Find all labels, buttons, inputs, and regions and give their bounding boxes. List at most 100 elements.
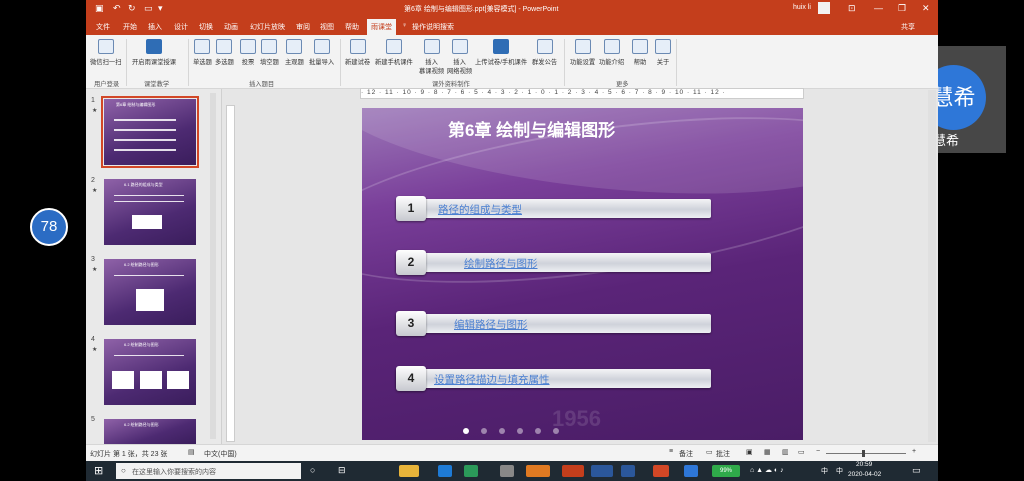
- slide-thumbnail-2[interactable]: 6.1 路径的组成与类型: [104, 179, 196, 245]
- toc-link[interactable]: 编辑路径与图形: [454, 317, 528, 332]
- system-tray-icons[interactable]: ⌂ ▲ ☁ ◐ ♪: [750, 466, 784, 474]
- insert-mooc-video-button[interactable]: 插入 慕课视频: [419, 39, 444, 75]
- insert-web-video-button[interactable]: 插入 网络视频: [447, 39, 472, 75]
- restore-icon[interactable]: ❐: [898, 3, 906, 14]
- slide-thumbnail-3[interactable]: 6.2 绘制路径与图形: [104, 259, 196, 325]
- notification-icon[interactable]: ▭: [912, 465, 921, 476]
- slideshow-icon[interactable]: ▭: [144, 3, 153, 14]
- new-exam-button[interactable]: 新建试卷: [345, 39, 370, 66]
- clock-time[interactable]: 20:59: [856, 461, 872, 468]
- new-mobile-courseware-button[interactable]: 新建手机课件: [375, 39, 413, 66]
- customize-quick-access-icon[interactable]: ▾: [158, 3, 163, 14]
- thumbnail-scrollbar[interactable]: [210, 93, 216, 439]
- canvas-scrollbar[interactable]: [928, 90, 936, 442]
- ime-indicator[interactable]: 中: [821, 466, 828, 476]
- toc-item-1[interactable]: 1 路径的组成与类型: [396, 196, 711, 221]
- battery-indicator[interactable]: 99%: [712, 465, 740, 477]
- multi-choice-button[interactable]: 多选题: [215, 39, 234, 66]
- slide-sorter-icon[interactable]: ▦: [764, 448, 771, 456]
- slideshow-view-icon[interactable]: ▭: [798, 448, 805, 456]
- tab-review[interactable]: 审阅: [296, 22, 310, 32]
- help-button[interactable]: 帮助: [632, 39, 648, 66]
- word-taskbar-icon-2[interactable]: [621, 465, 635, 477]
- tab-help[interactable]: 帮助: [345, 22, 359, 32]
- zoom-out-icon[interactable]: −: [816, 448, 820, 455]
- slide-thumbnail-pane: 1 ★ 第6章 绘制与编辑图形 2 ★ 6.1 路径的组成与类型 3 ★ 6.2…: [86, 89, 222, 444]
- tab-rain-classroom[interactable]: 雨课堂: [367, 19, 396, 35]
- wechat-icon: [97, 39, 114, 54]
- zoom-slider[interactable]: [826, 453, 906, 454]
- clock-date[interactable]: 2020-04-02: [848, 471, 881, 478]
- slide-thumbnail-4[interactable]: 6.2 绘制路径与图形: [104, 339, 196, 405]
- fill-blank-button[interactable]: 填空题: [260, 39, 279, 66]
- minimize-icon[interactable]: —: [874, 3, 883, 13]
- ime-language[interactable]: 中: [836, 466, 843, 476]
- tab-animations[interactable]: 动画: [224, 22, 238, 32]
- toc-item-2[interactable]: 2 绘制路径与图形: [396, 250, 711, 275]
- slide-watermark: 1956: [552, 406, 601, 431]
- vote-button[interactable]: 投票: [240, 39, 256, 66]
- normal-view-icon[interactable]: ▣: [746, 448, 753, 456]
- redo-icon[interactable]: ↻: [128, 3, 136, 14]
- pagination-dot: [517, 428, 523, 434]
- feature-intro-button[interactable]: 功能介绍: [599, 39, 624, 66]
- zoom-in-icon[interactable]: +: [912, 448, 916, 455]
- windows-start-icon[interactable]: ⊞: [94, 464, 103, 477]
- wechat-taskbar-icon[interactable]: [526, 465, 550, 477]
- subjective-button[interactable]: 主观题: [285, 39, 304, 66]
- single-choice-button[interactable]: 单选题: [193, 39, 212, 66]
- tab-home[interactable]: 开始: [123, 22, 137, 32]
- toc-link[interactable]: 绘制路径与图形: [464, 256, 538, 271]
- task-view-icon[interactable]: ⊟: [338, 465, 346, 476]
- slide-thumbnail-5[interactable]: 6.2 绘制路径与图形: [104, 419, 196, 444]
- ribbon-display-options-icon[interactable]: ⊡: [848, 3, 856, 14]
- about-button[interactable]: 关于: [655, 39, 671, 66]
- group-label-materials: 课外资料制作: [432, 81, 470, 88]
- taskbar-search-box[interactable]: ○ 在这里输入你要搜索的内容: [116, 463, 301, 479]
- edge-icon[interactable]: [438, 465, 452, 477]
- comments-button[interactable]: 批注: [716, 449, 730, 459]
- toc-number: 1: [396, 196, 426, 221]
- web-video-icon: [451, 39, 468, 54]
- powerpoint-taskbar-icon[interactable]: [562, 465, 584, 477]
- powerpoint-active-icon[interactable]: [653, 465, 669, 477]
- batch-import-button[interactable]: 批量导入: [309, 39, 334, 66]
- language-indicator[interactable]: 中文(中国): [204, 449, 237, 459]
- share-button[interactable]: 共享: [901, 22, 915, 32]
- wechat-login-button[interactable]: 微信扫一扫: [90, 39, 121, 66]
- tab-insert[interactable]: 插入: [148, 22, 162, 32]
- title-bar: ▣ ↶ ↻ ▭ ▾ 第6章 绘制与编辑图形.ppt[兼容模式] - PowerP…: [86, 0, 938, 18]
- upload-button[interactable]: 上传试卷/手机课件: [475, 39, 527, 66]
- notes-button[interactable]: 备注: [679, 449, 693, 459]
- save-icon[interactable]: ▣: [95, 3, 104, 14]
- close-icon[interactable]: ✕: [922, 3, 930, 14]
- toc-item-4[interactable]: 4 设置路径描边与填充属性: [396, 366, 711, 391]
- tab-slideshow[interactable]: 幻灯片放映: [250, 22, 285, 32]
- feature-settings-button[interactable]: 功能设置: [570, 39, 595, 66]
- tell-me-search[interactable]: 操作说明搜索: [412, 22, 454, 32]
- user-name[interactable]: huix li: [793, 4, 811, 11]
- spellcheck-icon[interactable]: ▤: [188, 448, 195, 456]
- file-explorer-icon[interactable]: [399, 465, 419, 477]
- current-slide[interactable]: 第6章 绘制与编辑图形 1 路径的组成与类型 2 绘制路径与图形 3 编辑路径与…: [362, 108, 803, 440]
- start-class-button[interactable]: 开启雨课堂授课: [132, 39, 176, 66]
- browser-icon[interactable]: [500, 465, 514, 477]
- slide-thumbnail-1[interactable]: 第6章 绘制与编辑图形: [101, 96, 199, 168]
- toc-link[interactable]: 设置路径描边与填充属性: [434, 372, 550, 387]
- user-avatar-icon[interactable]: [818, 2, 830, 14]
- toc-item-3[interactable]: 3 编辑路径与图形: [396, 311, 711, 336]
- undo-icon[interactable]: ↶: [113, 3, 121, 14]
- toc-link[interactable]: 路径的组成与类型: [438, 202, 522, 217]
- word-taskbar-icon-1[interactable]: [591, 465, 613, 477]
- tab-design[interactable]: 设计: [174, 22, 188, 32]
- tab-transitions[interactable]: 切换: [199, 22, 213, 32]
- tab-file[interactable]: 文件: [96, 22, 110, 32]
- floating-counter-badge[interactable]: 78: [30, 208, 68, 246]
- reading-view-icon[interactable]: ▥: [782, 448, 789, 456]
- tab-view[interactable]: 视图: [320, 22, 334, 32]
- publish-notice-button[interactable]: 群发公告: [532, 39, 557, 66]
- cortana-icon[interactable]: ○: [310, 465, 315, 475]
- app-taskbar-icon[interactable]: [684, 465, 698, 477]
- app-icon[interactable]: [464, 465, 478, 477]
- zoom-slider-handle[interactable]: [862, 450, 865, 457]
